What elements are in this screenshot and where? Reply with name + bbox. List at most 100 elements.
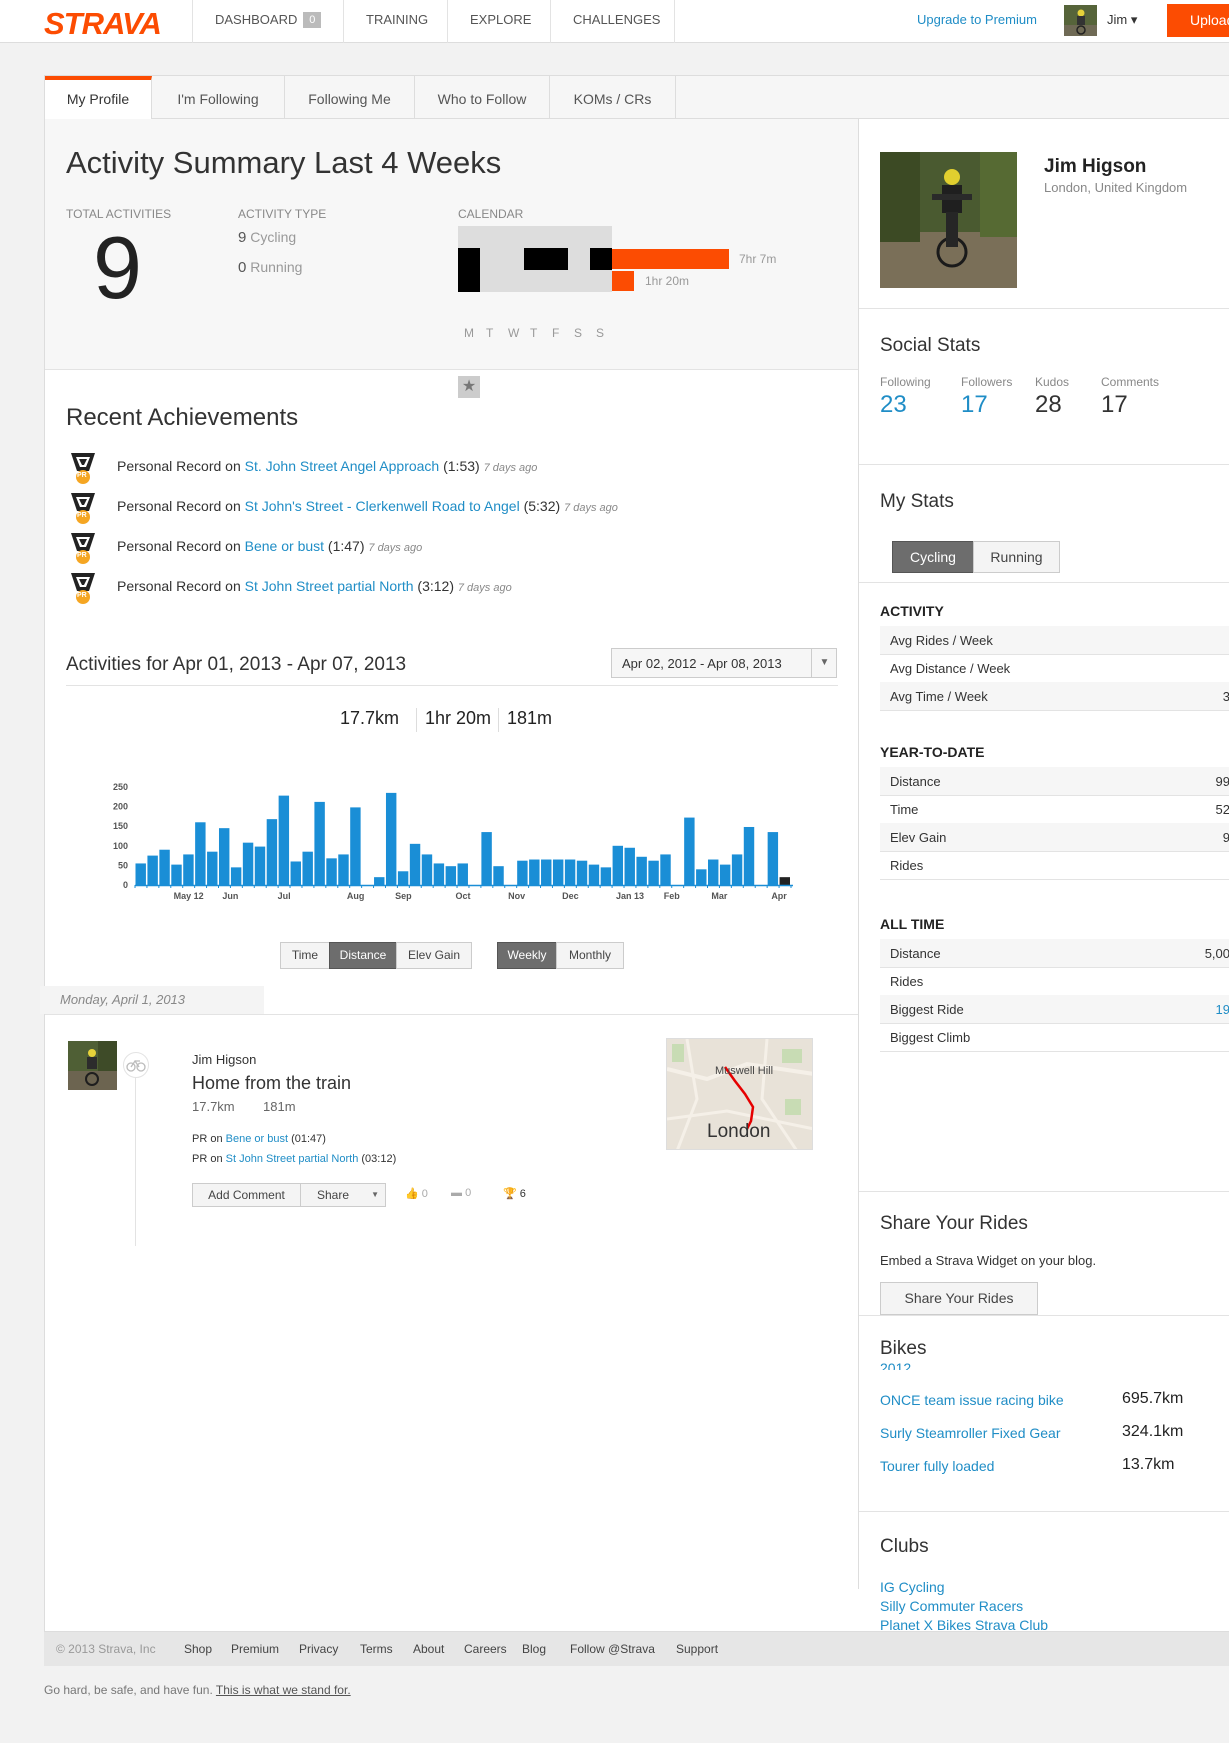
nav-dashboard[interactable]: DASHBOARD 0 bbox=[192, 0, 343, 43]
chart-bar[interactable] bbox=[648, 860, 659, 885]
bike-name-link[interactable]: Surly Steamroller Fixed Gear bbox=[880, 1425, 1061, 1441]
chart-bar[interactable] bbox=[278, 795, 290, 885]
chart-bar[interactable] bbox=[326, 858, 337, 885]
share-dropdown[interactable]: Share ▼ bbox=[300, 1183, 386, 1207]
chart-bar[interactable] bbox=[385, 792, 397, 885]
chart-bar[interactable] bbox=[517, 860, 528, 885]
chart-bar[interactable] bbox=[374, 877, 385, 885]
bike-name-link[interactable]: ONCE team issue racing bike bbox=[880, 1392, 1064, 1408]
upgrade-link[interactable]: Upgrade to Premium bbox=[917, 12, 1037, 27]
strava-logo[interactable]: STRAVA bbox=[44, 6, 162, 42]
chart-bar[interactable] bbox=[218, 828, 230, 885]
monthly-button[interactable]: Monthly bbox=[556, 942, 624, 969]
chart-bar[interactable] bbox=[338, 854, 349, 885]
chart-bar[interactable] bbox=[159, 849, 170, 885]
chart-bar[interactable] bbox=[254, 846, 266, 885]
tab-koms-crs[interactable]: KOMs / CRs bbox=[550, 76, 676, 119]
feed-activity-title[interactable]: Home from the train bbox=[192, 1073, 351, 1094]
nav-explore[interactable]: EXPLORE bbox=[447, 0, 550, 43]
achievement-segment-link[interactable]: St. John Street Angel Approach bbox=[245, 458, 440, 474]
tab-my-profile[interactable]: My Profile bbox=[45, 76, 152, 120]
values-link[interactable]: This is what we stand for. bbox=[216, 1683, 351, 1697]
chart-bar[interactable] bbox=[719, 864, 731, 885]
comment-icon[interactable]: ▬ 0 bbox=[451, 1187, 471, 1199]
chart-bar[interactable] bbox=[290, 861, 301, 885]
chart-bar[interactable] bbox=[433, 863, 445, 885]
tab-who-to-follow[interactable]: Who to Follow bbox=[415, 76, 550, 119]
athlete-avatar[interactable] bbox=[68, 1041, 117, 1090]
cycling-toggle[interactable]: Cycling bbox=[892, 541, 974, 573]
chart-bar[interactable] bbox=[242, 842, 254, 885]
chart-bar[interactable] bbox=[493, 866, 504, 885]
chart-bar[interactable] bbox=[612, 845, 624, 885]
chart-bar[interactable] bbox=[552, 859, 564, 885]
club-link[interactable]: IG Cycling bbox=[880, 1579, 945, 1595]
chart-bar[interactable] bbox=[421, 854, 433, 885]
chart-bar[interactable] bbox=[445, 866, 457, 885]
metric-time-button[interactable]: Time bbox=[280, 942, 330, 969]
tab-im-following[interactable]: I'm Following bbox=[152, 76, 285, 119]
chart-bar[interactable] bbox=[230, 867, 242, 885]
achievement-segment-link[interactable]: St John's Street - Clerkenwell Road to A… bbox=[245, 498, 520, 514]
upload-button[interactable]: Upload bbox=[1167, 4, 1229, 37]
chart-bar[interactable] bbox=[660, 854, 671, 885]
chart-bar[interactable] bbox=[171, 864, 182, 885]
chart-bar[interactable] bbox=[481, 832, 492, 885]
chart-bar[interactable] bbox=[314, 801, 325, 885]
footer-link[interactable]: Careers bbox=[464, 1642, 507, 1656]
chart-bar[interactable] bbox=[195, 822, 206, 885]
followers-count[interactable]: 17 bbox=[961, 391, 988, 419]
chart-bar[interactable] bbox=[147, 855, 158, 885]
date-range-dropdown[interactable]: Apr 02, 2012 - Apr 08, 2013 ▼ bbox=[611, 648, 837, 678]
achievement-segment-link[interactable]: St John Street partial North bbox=[245, 578, 414, 594]
chart-bar[interactable] bbox=[624, 847, 635, 885]
bike-partial[interactable]: 2012 bbox=[880, 1360, 911, 1370]
metric-distance-button[interactable]: Distance bbox=[329, 942, 397, 969]
following-count[interactable]: 23 bbox=[880, 391, 907, 419]
profile-photo[interactable] bbox=[880, 152, 1017, 288]
chart-bar[interactable] bbox=[135, 863, 146, 885]
chart-bar[interactable] bbox=[409, 843, 421, 885]
chart-bar[interactable] bbox=[397, 871, 409, 885]
weekly-button[interactable]: Weekly bbox=[497, 942, 557, 969]
running-toggle[interactable]: Running bbox=[973, 541, 1060, 573]
chart-bar[interactable] bbox=[541, 859, 552, 885]
chart-bar[interactable] bbox=[350, 807, 361, 885]
club-link[interactable]: Planet X Bikes Strava Club bbox=[880, 1617, 1048, 1633]
chart-bar[interactable] bbox=[708, 859, 719, 885]
chart-bar[interactable] bbox=[564, 859, 576, 885]
club-link[interactable]: Silly Commuter Racers bbox=[880, 1598, 1023, 1614]
chart-bar[interactable] bbox=[266, 819, 278, 885]
feed-athlete-name[interactable]: Jim Higson bbox=[192, 1052, 256, 1067]
footer-link[interactable]: Follow @Strava bbox=[570, 1642, 655, 1656]
chart-bar[interactable] bbox=[588, 864, 600, 885]
add-comment-button[interactable]: Add Comment bbox=[192, 1183, 301, 1207]
chart-bar[interactable] bbox=[696, 869, 707, 885]
nav-challenges[interactable]: CHALLENGES bbox=[550, 0, 675, 43]
footer-link[interactable]: Privacy bbox=[299, 1642, 338, 1656]
metric-elev-gain-button[interactable]: Elev Gain bbox=[396, 942, 472, 969]
activity-map[interactable]: Muswell Hill London bbox=[666, 1038, 813, 1150]
kudos-icon[interactable]: 👍 0 bbox=[405, 1187, 428, 1200]
chart-bar[interactable] bbox=[636, 856, 647, 885]
chart-bar[interactable] bbox=[779, 877, 790, 885]
tab-following-me[interactable]: Following Me bbox=[285, 76, 415, 119]
chart-bar[interactable] bbox=[684, 817, 695, 885]
chart-bar[interactable] bbox=[576, 860, 588, 885]
chart-bar[interactable] bbox=[731, 854, 743, 885]
chart-bar[interactable] bbox=[767, 832, 779, 885]
chart-bar[interactable] bbox=[207, 851, 218, 885]
footer-link[interactable]: Terms bbox=[360, 1642, 393, 1656]
footer-link[interactable]: Shop bbox=[184, 1642, 212, 1656]
nav-training[interactable]: TRAINING bbox=[343, 0, 447, 43]
footer-link[interactable]: Premium bbox=[231, 1642, 279, 1656]
chart-bar[interactable] bbox=[743, 826, 755, 885]
chart-bar[interactable] bbox=[183, 854, 194, 885]
footer-link[interactable]: Blog bbox=[522, 1642, 546, 1656]
chart-bar[interactable] bbox=[600, 867, 612, 885]
chart-bar[interactable] bbox=[457, 863, 468, 885]
chart-bar[interactable] bbox=[302, 851, 313, 885]
chart-bar[interactable] bbox=[529, 859, 540, 885]
user-menu[interactable]: Jim ▾ bbox=[1107, 12, 1137, 28]
bike-name-link[interactable]: Tourer fully loaded bbox=[880, 1458, 994, 1474]
